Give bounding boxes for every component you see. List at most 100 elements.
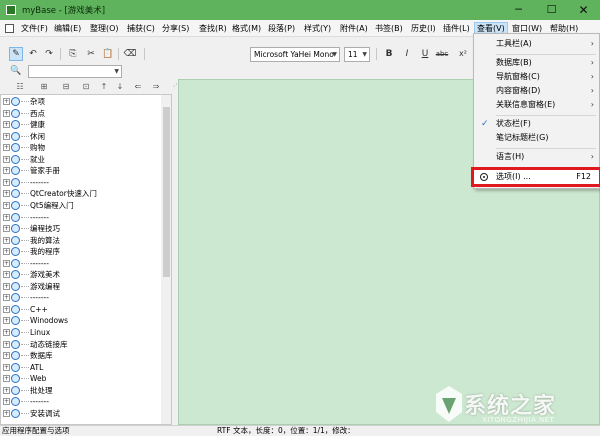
undo-icon[interactable]: ↶ [26,47,40,61]
menu-format[interactable]: 格式(M) [230,22,263,35]
menu-item-content-pane[interactable]: 内容窗格(D) › [474,84,599,98]
move-right-icon[interactable]: ⇒ [150,81,162,93]
expand-toggle-icon[interactable]: + [3,329,10,336]
menu-style[interactable]: 样式(Y) [302,22,333,35]
minimize-button[interactable]: ─ [502,0,535,20]
underline-button[interactable]: U [418,47,432,61]
expand-toggle-icon[interactable]: + [3,352,10,360]
tree-item[interactable]: + 我的算法 [1,235,161,247]
search-input[interactable]: ▼ [28,65,122,78]
expand-toggle-icon[interactable]: + [3,236,10,244]
tree-menu-icon[interactable]: ☷ [14,81,26,93]
menu-item-options[interactable]: 选项(I) ... F12 [471,167,600,187]
menu-share[interactable]: 分享(S) [160,22,191,35]
expand-toggle-icon[interactable]: + [3,363,10,371]
maximize-button[interactable]: ☐ [535,0,568,20]
tree-item[interactable]: + 我的程序 [1,246,161,258]
tree-item[interactable]: + Linux [1,327,161,339]
expand-toggle-icon[interactable]: + [3,190,10,198]
menu-item-toolbar[interactable]: 工具栏(A) › [474,37,599,51]
tree-item[interactable]: + ATL [1,362,161,374]
tree-item[interactable]: + 杂项 [1,96,161,108]
new-item-icon[interactable]: ⊞ [38,81,50,93]
tree-item[interactable]: + ------- [1,396,161,408]
tree-item[interactable]: + Qt5编程入门 [1,200,161,212]
expand-toggle-icon[interactable]: + [3,201,10,209]
expand-toggle-icon[interactable]: + [3,121,10,129]
menu-item-database[interactable]: 数据库(B) › [474,56,599,70]
new-sibling-icon[interactable]: ⊡ [80,81,92,93]
menu-item-navigation-pane[interactable]: 导航窗格(C) › [474,70,599,84]
menu-edit[interactable]: 编辑(E) [52,22,83,35]
tree-item[interactable]: + 购物 [1,142,161,154]
menu-item-status-bar[interactable]: ✓ 状态栏(F) [474,117,599,131]
new-child-icon[interactable]: ⊟ [60,81,72,93]
pen-icon[interactable]: ✎ [9,47,23,61]
copy-format-icon[interactable]: ⎘ [66,47,80,61]
expand-toggle-icon[interactable]: + [3,144,10,152]
menu-capture[interactable]: 捕获(C) [125,22,157,35]
expand-toggle-icon[interactable]: + [3,178,10,186]
expand-toggle-icon[interactable]: + [3,259,10,267]
font-size-select[interactable]: 11 ▼ [344,47,370,62]
expand-toggle-icon[interactable]: + [3,213,10,221]
menu-plugin[interactable]: 插件(L) [441,22,472,35]
move-left-icon[interactable]: ⇐ [132,81,144,93]
menu-organize[interactable]: 整理(O) [88,22,121,35]
menu-find[interactable]: 查找(R) [197,22,229,35]
expand-toggle-icon[interactable]: + [3,409,10,417]
tree-item[interactable]: + ------- [1,258,161,270]
menu-paragraph[interactable]: 段落(P) [266,22,297,35]
font-name-select[interactable]: Microsoft YaHei Mono ▼ [250,47,340,62]
tree-item[interactable]: + 编程技巧 [1,223,161,235]
superscript-button[interactable]: x² [456,47,470,61]
menu-bookmark[interactable]: 书签(B) [373,22,405,35]
system-menu-icon[interactable] [5,24,14,33]
expand-toggle-icon[interactable]: + [3,225,10,233]
paste-icon[interactable]: 📋 [101,47,115,61]
expand-toggle-icon[interactable]: + [3,340,10,348]
strikethrough-button[interactable]: abc [434,47,450,61]
tree-scrollbar[interactable] [161,95,171,424]
tree-item[interactable]: + 数据库 [1,350,161,362]
expand-toggle-icon[interactable]: + [3,271,10,279]
tree-item[interactable]: + ------- [1,292,161,304]
tree-item[interactable]: + Web [1,373,161,385]
expand-toggle-icon[interactable]: + [3,375,10,383]
expand-toggle-icon[interactable]: + [3,167,10,175]
tree-item[interactable]: + C++ [1,304,161,316]
menu-file[interactable]: 文件(F) [19,22,50,35]
tree-item[interactable]: + ------- [1,177,161,189]
expand-toggle-icon[interactable]: + [3,132,10,140]
tree-item[interactable]: + 动态链接库 [1,339,161,351]
menu-history[interactable]: 历史(I) [409,22,438,35]
expand-toggle-icon[interactable]: + [3,398,10,406]
menu-item-note-title-bar[interactable]: 笔记标题栏(G) [474,131,599,145]
eraser-icon[interactable]: ⌫ [123,47,137,61]
tree-item[interactable]: + 管家手册 [1,165,161,177]
tree-item[interactable]: + 游戏美术 [1,269,161,281]
outline-tree[interactable]: + 安装调试 + ------- + 批处理 + Web + ATL + 数据库 + 动态链接库 + Linu… [0,94,172,425]
tree-item[interactable]: + 安装调试 [1,408,161,420]
expand-toggle-icon[interactable]: + [3,155,10,163]
close-button[interactable]: ✕ [567,0,600,20]
tree-scrollbar-thumb[interactable] [163,107,170,277]
tree-item[interactable]: + 健康 [1,119,161,131]
tree-item[interactable]: + Winodows [1,315,161,327]
tree-item[interactable]: + 就业 [1,154,161,166]
move-up-icon[interactable]: ↑ [98,81,110,93]
search-icon[interactable]: 🔍 [10,66,21,76]
tree-item[interactable]: + 批处理 [1,385,161,397]
menu-attachment[interactable]: 附件(A) [338,22,370,35]
tree-item[interactable]: + 西点 [1,108,161,120]
expand-toggle-icon[interactable]: + [3,248,10,256]
redo-icon[interactable]: ↷ [42,47,56,61]
cut-icon[interactable]: ✂ [84,47,98,61]
expand-toggle-icon[interactable]: + [3,98,10,105]
expand-toggle-icon[interactable]: + [3,282,10,290]
expand-toggle-icon[interactable]: + [3,305,10,313]
title-bar[interactable]: myBase - [游戏美术] ─ ☐ ✕ [0,0,600,20]
expand-toggle-icon[interactable]: + [3,109,10,117]
tree-item[interactable]: + ------- [1,212,161,224]
expand-toggle-icon[interactable]: + [3,317,10,325]
